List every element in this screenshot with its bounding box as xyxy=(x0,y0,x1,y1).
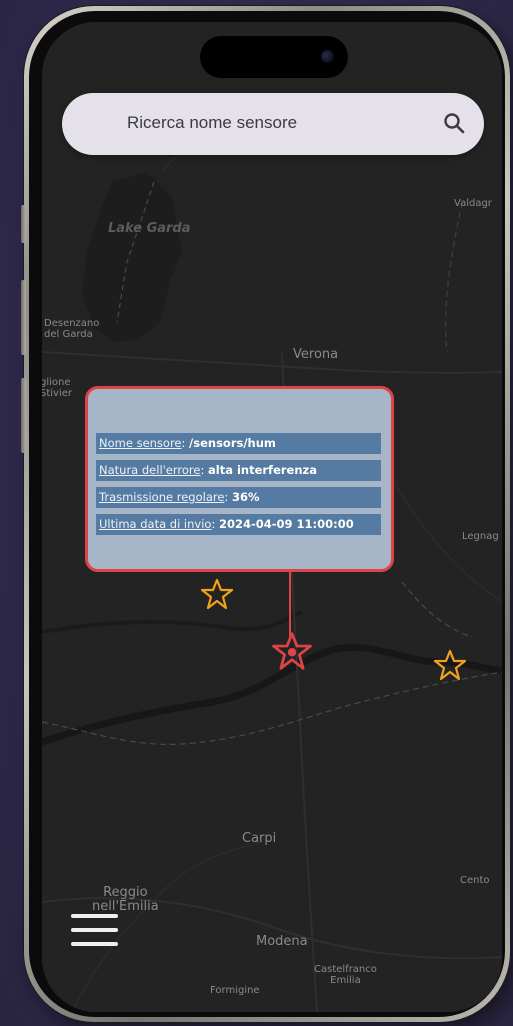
map-label-verona: Verona xyxy=(293,347,339,362)
map-label-reggio-emilia: Reggio nell'Emilia xyxy=(92,885,159,914)
volume-down-button xyxy=(21,378,26,453)
map-label-carpi: Carpi xyxy=(242,831,277,846)
popup-key: Natura dell'errore xyxy=(99,463,201,477)
popup-key: Ultima data di invio xyxy=(99,517,212,531)
map-label-legnago: Legnag xyxy=(462,531,499,542)
popup-separator: : xyxy=(181,436,190,450)
popup-row-transmission: Trasmissione regolare: 36% xyxy=(96,487,381,508)
popup-separator: : xyxy=(224,490,232,504)
map-label-valdagno: Valdagr xyxy=(454,198,492,209)
popup-value: 36% xyxy=(231,490,260,504)
popup-separator: : xyxy=(200,463,208,477)
silent-switch xyxy=(21,205,26,243)
volume-up-button xyxy=(21,280,26,355)
menu-bar xyxy=(71,914,118,918)
popup-value: /sensors/hum xyxy=(189,436,276,450)
map-label-formigine: Formigine xyxy=(210,985,260,996)
popup-row-sensor-name: Nome sensore: /sensors/hum xyxy=(96,433,381,454)
menu-bar xyxy=(71,928,118,932)
popup-row-error-type: Natura dell'errore: alta interferenza xyxy=(96,460,381,481)
sensor-info-popup: Nome sensore: /sensors/hum Natura dell'e… xyxy=(85,386,394,572)
popup-value: 2024-04-09 11:00:00 xyxy=(218,517,354,531)
app-screenshot: Lake Garda Valdagr Desenzano del Garda V… xyxy=(0,0,513,1026)
popup-key: Trasmissione regolare xyxy=(99,490,225,504)
map-label-desenzano: Desenzano del Garda xyxy=(44,318,100,340)
popup-key: Nome sensore xyxy=(99,436,182,450)
map-label-castelfranco: Castelfranco Emilia xyxy=(314,964,377,986)
map-label-cento: Cento xyxy=(460,875,490,886)
search-placeholder: Ricerca nome sensore xyxy=(127,113,298,132)
search-icon[interactable] xyxy=(442,111,466,135)
map-label-modena: Modena xyxy=(256,934,308,949)
menu-bar xyxy=(71,942,118,946)
map-label-castiglione: glione Stivier xyxy=(42,377,73,399)
front-camera xyxy=(321,50,334,63)
phone-screen: Lake Garda Valdagr Desenzano del Garda V… xyxy=(42,22,502,1012)
dynamic-island xyxy=(200,36,348,78)
popup-row-last-send-date: Ultima data di invio: 2024-04-09 11:00:0… xyxy=(96,514,381,535)
selected-sensor-star-marker[interactable] xyxy=(271,630,313,672)
popup-separator: : xyxy=(211,517,219,531)
sensor-search-bar[interactable]: Ricerca nome sensore xyxy=(62,93,484,155)
map-label-lake-garda: Lake Garda xyxy=(108,221,191,236)
sensor-star-marker[interactable] xyxy=(200,577,234,611)
popup-value: alta interferenza xyxy=(208,463,317,477)
sensor-star-marker[interactable] xyxy=(433,648,467,682)
hamburger-menu-icon[interactable] xyxy=(71,914,118,950)
